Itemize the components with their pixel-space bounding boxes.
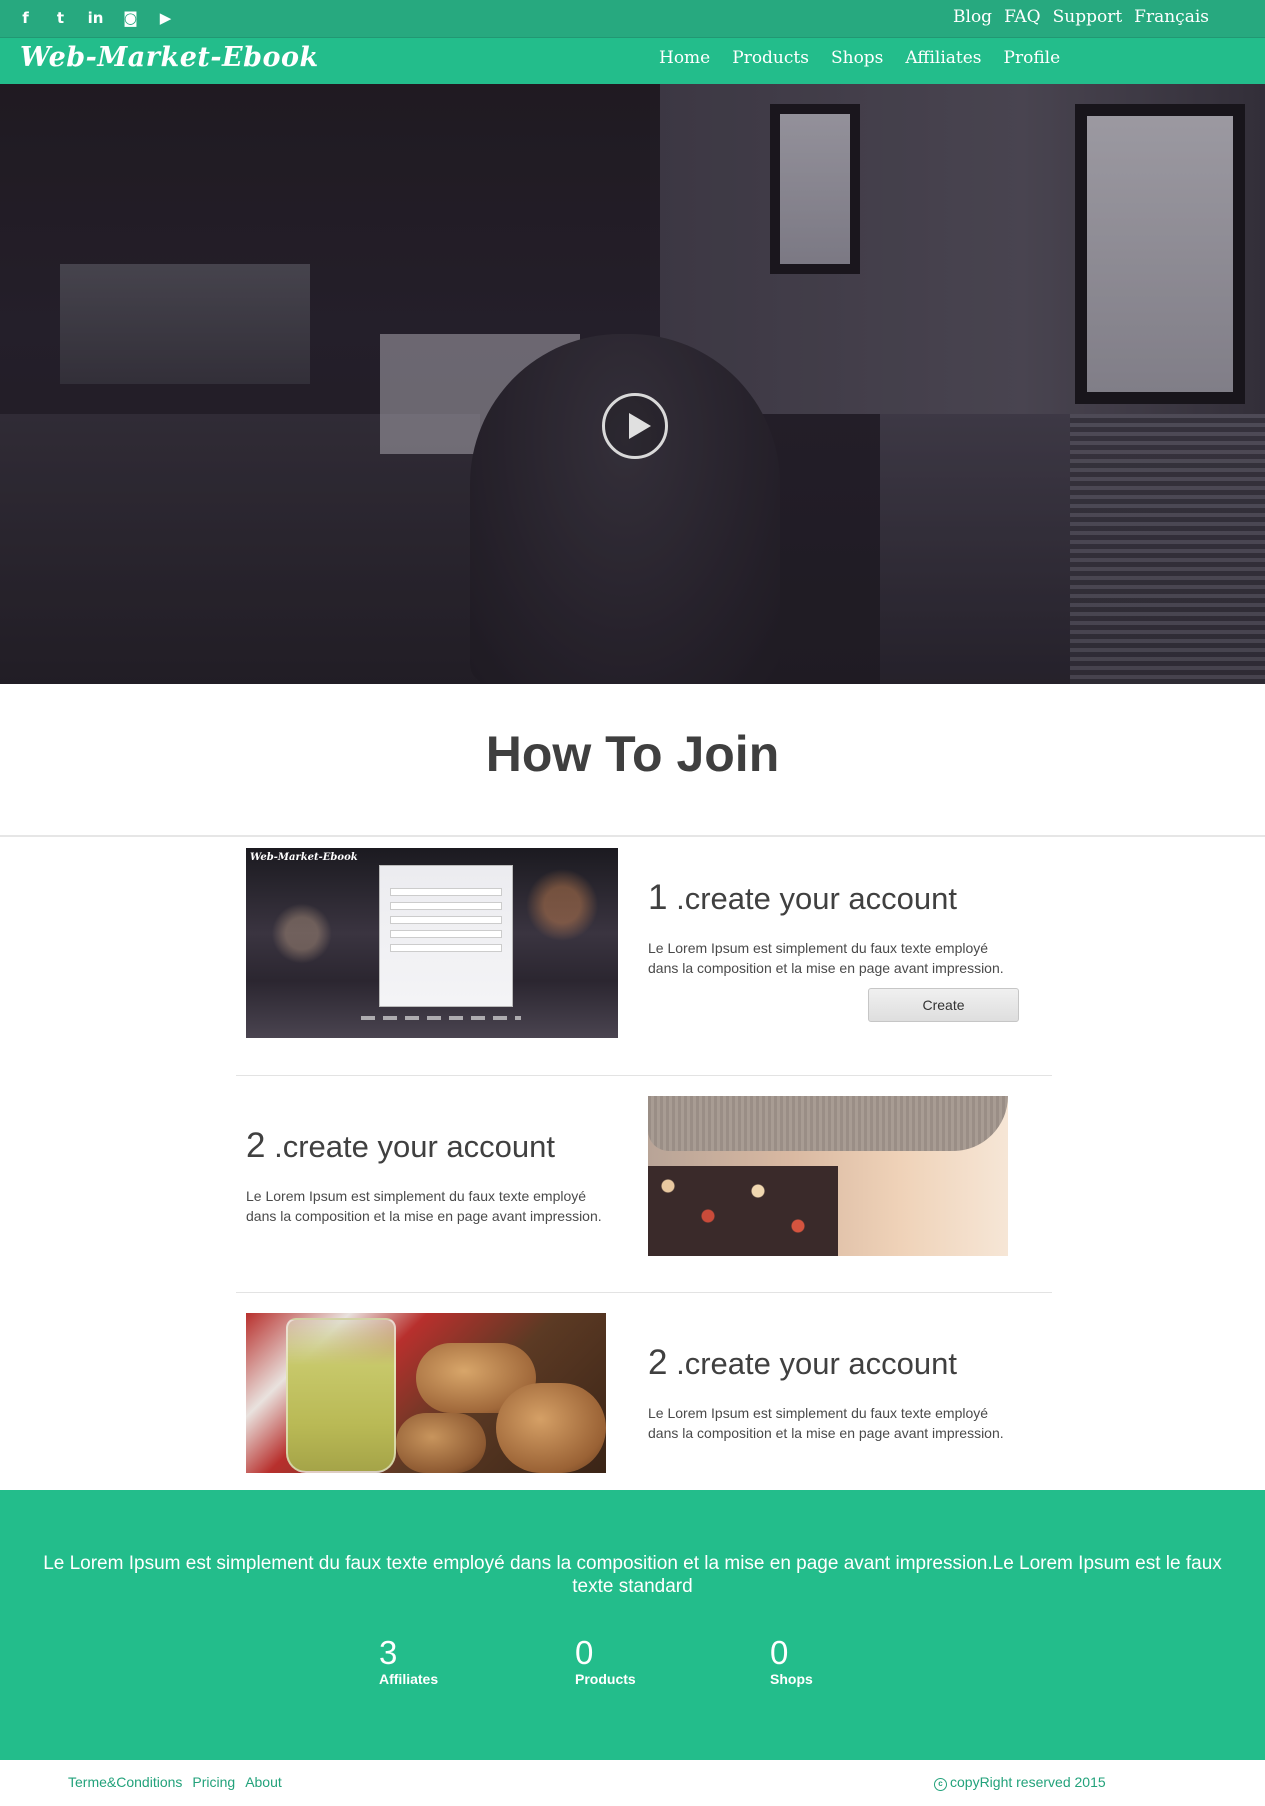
footer-about-link[interactable]: About (245, 1774, 282, 1790)
stats-band: Le Lorem Ipsum est simplement du faux te… (0, 1490, 1265, 1760)
stat-label: Affiliates (379, 1671, 439, 1687)
footer-pricing-link[interactable]: Pricing (192, 1774, 235, 1790)
footer: Terme&Conditions Pricing About c copyRigh… (0, 1760, 1265, 1806)
stat-value: 3 (379, 1634, 398, 1671)
instagram-icon[interactable]: ◙ (113, 6, 148, 30)
facebook-icon[interactable]: f (8, 6, 43, 30)
twitter-icon[interactable]: t (43, 6, 78, 30)
step-1-title: 1 .create your account (648, 878, 957, 917)
step-1-image: Web-Market-Ebook (246, 848, 618, 1038)
stat-products: 0 Products (575, 1634, 636, 1688)
divider (236, 1075, 1052, 1076)
step-3-text: Le Lorem Ipsum est simplement du faux te… (648, 1405, 1004, 1441)
step-2-image (648, 1096, 1008, 1256)
linkedin-icon[interactable]: in (78, 6, 113, 30)
main-navbar: Web-Market-Ebook Home Products Shops Aff… (0, 38, 1265, 84)
step-1-text: Le Lorem Ipsum est simplement du faux te… (648, 940, 1004, 976)
stats-band-text: Le Lorem Ipsum est simplement du faux te… (43, 1553, 1222, 1597)
footer-terms-link[interactable]: Terme&Conditions (68, 1774, 182, 1790)
stat-shops: 0 Shops (770, 1634, 813, 1688)
divider (236, 1292, 1052, 1293)
footer-links: Terme&Conditions Pricing About (68, 1774, 282, 1790)
nav-support-link[interactable]: Support (1053, 7, 1123, 27)
copyright-icon: c (934, 1778, 947, 1791)
top-utility-bar: f t in ◙ ▶ Blog FAQ Support Français (0, 0, 1265, 38)
site-logo[interactable]: Web-Market-Ebook (20, 42, 319, 73)
thumb-logo: Web-Market-Ebook (250, 852, 358, 863)
stat-affiliates: 3 Affiliates (379, 1634, 439, 1688)
nav-products[interactable]: Products (732, 48, 809, 68)
main-nav: Home Products Shops Affiliates Profile (659, 48, 1060, 68)
play-icon[interactable] (602, 393, 668, 459)
stat-label: Products (575, 1671, 636, 1687)
nav-affiliates[interactable]: Affiliates (905, 48, 981, 68)
nav-shops[interactable]: Shops (831, 48, 883, 68)
stat-label: Shops (770, 1671, 813, 1687)
divider (0, 835, 1265, 837)
step-3-title: 2 .create your account (648, 1343, 957, 1382)
how-to-join-title: How To Join (485, 726, 780, 782)
language-switch-link[interactable]: Français (1134, 7, 1209, 27)
social-links: f t in ◙ ▶ (8, 6, 183, 30)
utility-nav: Blog FAQ Support Français (953, 7, 1209, 27)
create-button[interactable]: Create (868, 988, 1019, 1022)
nav-faq-link[interactable]: FAQ (1004, 7, 1041, 27)
stat-value: 0 (770, 1634, 789, 1671)
hero-video[interactable] (0, 84, 1265, 684)
step-3-image (246, 1313, 606, 1473)
stat-value: 0 (575, 1634, 594, 1671)
nav-home[interactable]: Home (659, 48, 710, 68)
copyright-text: copyRight reserved 2015 (950, 1774, 1106, 1790)
step-2-text: Le Lorem Ipsum est simplement du faux te… (246, 1188, 602, 1224)
nav-profile[interactable]: Profile (1004, 48, 1061, 68)
step-2-title: 2 .create your account (246, 1126, 555, 1165)
youtube-icon[interactable]: ▶ (148, 6, 183, 30)
nav-blog-link[interactable]: Blog (953, 7, 992, 27)
copyright: c copyRight reserved 2015 (934, 1774, 1106, 1791)
